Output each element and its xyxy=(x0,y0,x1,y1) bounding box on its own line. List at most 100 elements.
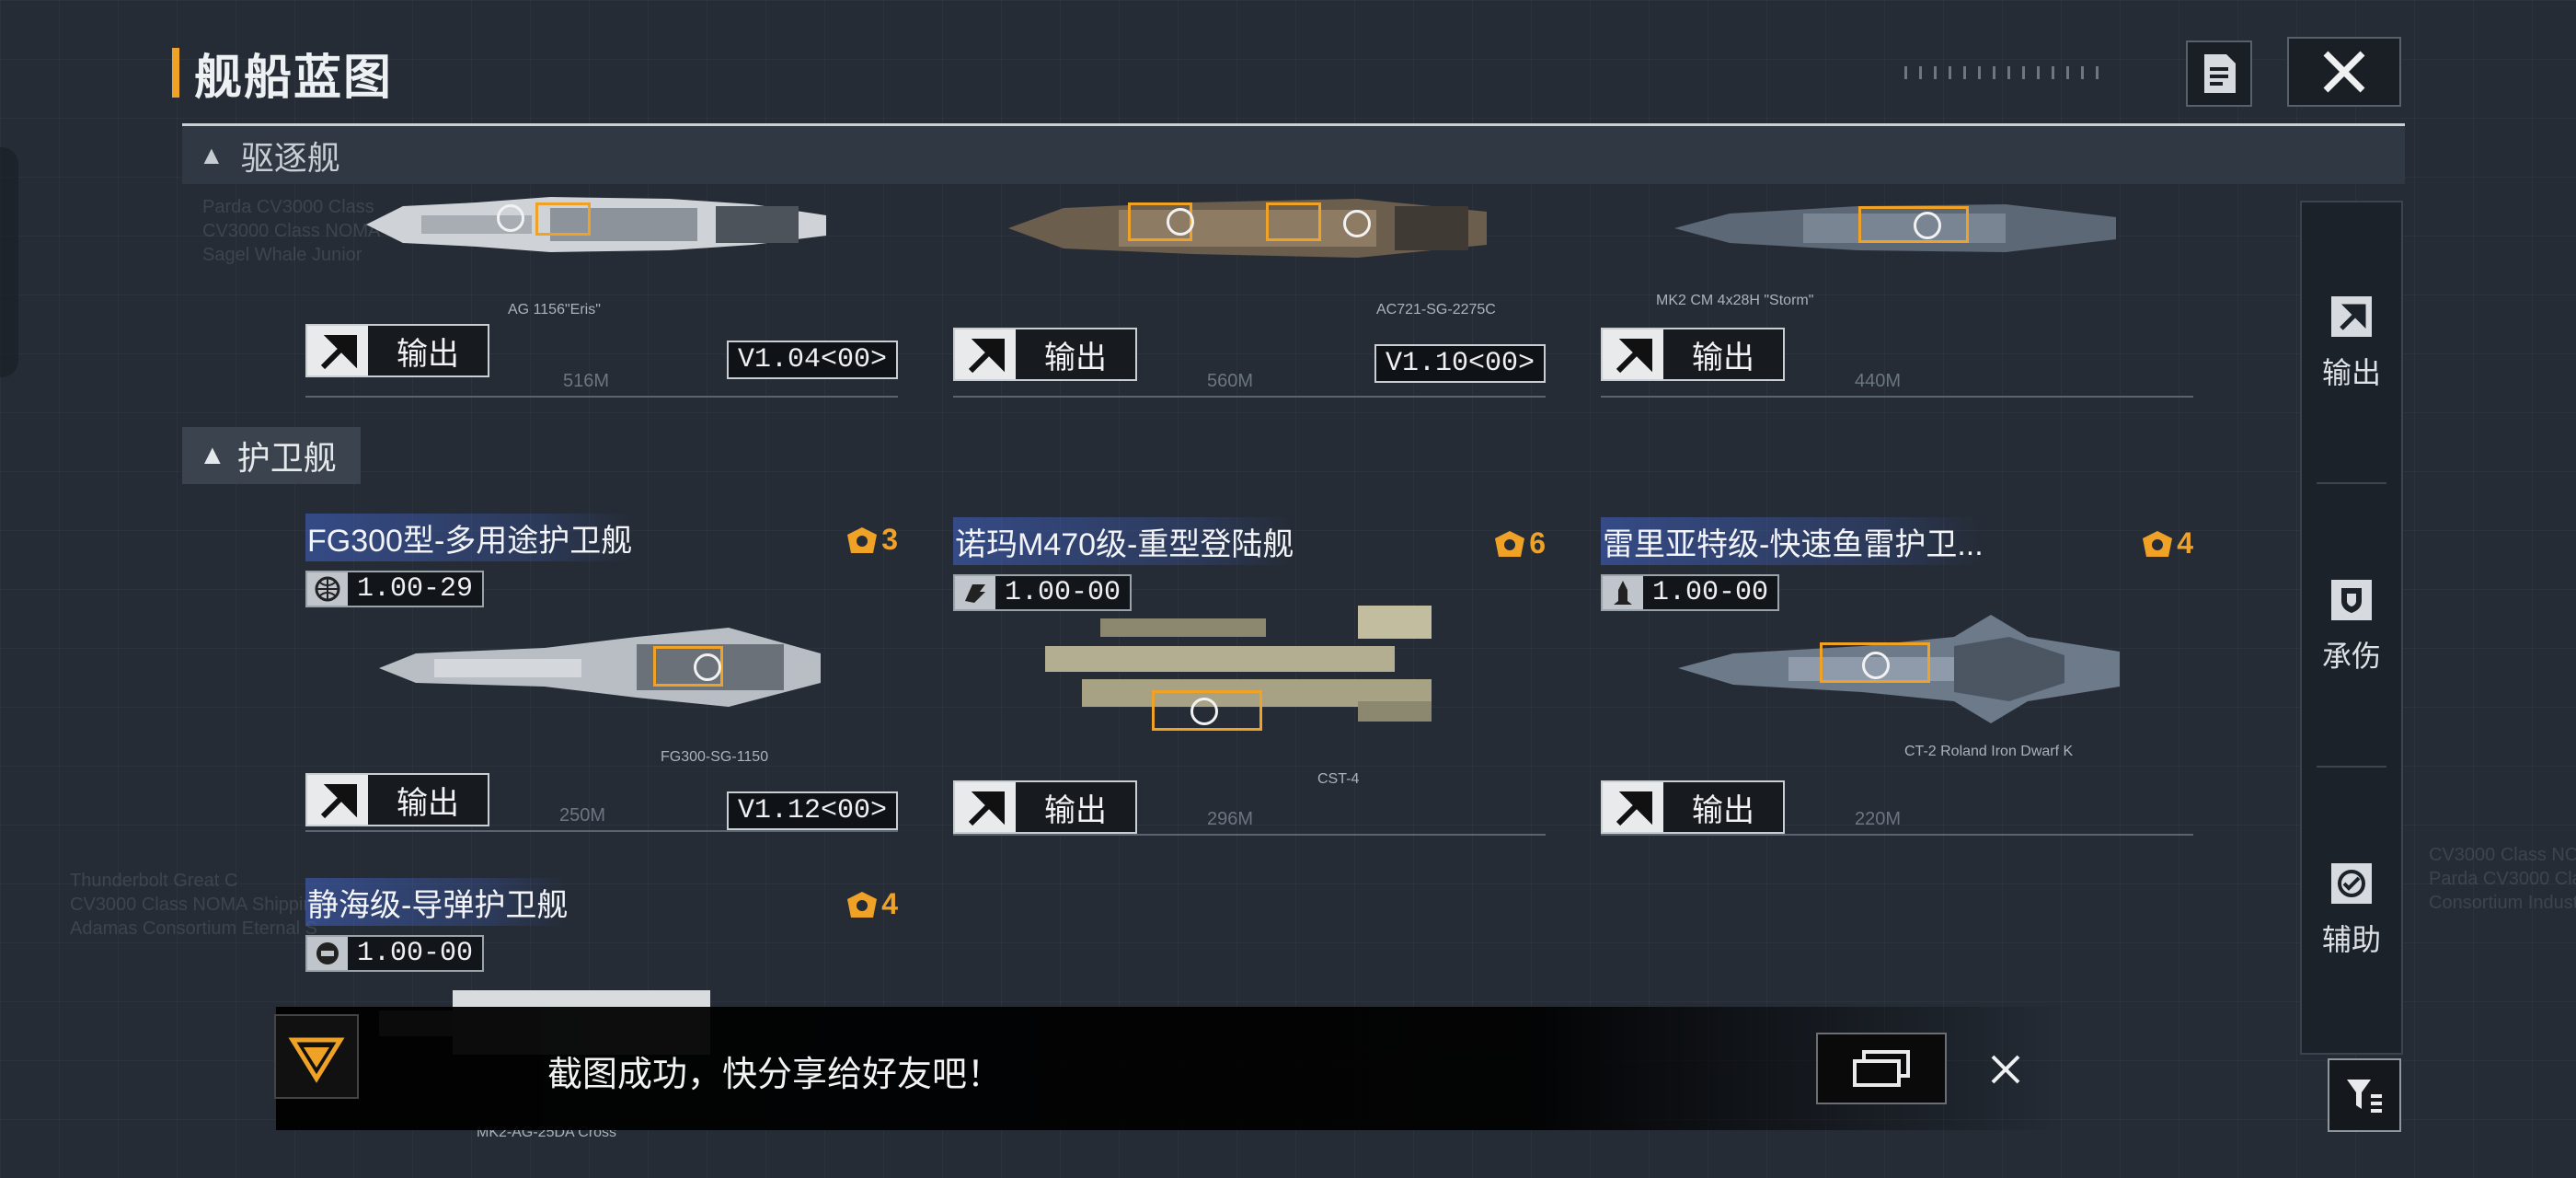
level-value: 4 xyxy=(881,887,898,920)
section-header-destroyer[interactable]: ▲ 驱逐舰 xyxy=(182,123,2405,184)
document-button[interactable] xyxy=(2186,40,2252,107)
sidebar-item-label: 输出 xyxy=(2321,356,2381,389)
ship-name: FG300型-多用途护卫舰 xyxy=(307,523,633,559)
globe-icon xyxy=(315,576,340,602)
filter-button[interactable] xyxy=(2328,1058,2401,1132)
shield-icon xyxy=(2341,588,2362,613)
level-value: 3 xyxy=(881,523,898,556)
level-crest-icon xyxy=(1495,530,1525,557)
version-number: 1.00-00 xyxy=(1005,577,1121,608)
collapse-triangle-icon: ▲ xyxy=(199,140,224,169)
category-sidebar: 输出 承伤 辅助 xyxy=(2300,201,2403,1055)
ship-card-destroyer-2[interactable]: AC721-SG-2275C 560M 输出 V1.10<00> xyxy=(953,184,1546,398)
output-arrow-icon xyxy=(320,784,357,819)
ship-image xyxy=(379,628,821,707)
section-label: 驱逐舰 xyxy=(240,138,340,177)
toast-message: 截图成功，快分享给好友吧！ xyxy=(547,1056,1003,1094)
ship-length: 516M xyxy=(563,371,610,391)
close-button[interactable] xyxy=(2287,37,2401,107)
close-icon xyxy=(2323,51,2365,93)
section-label: 护卫舰 xyxy=(236,439,337,477)
ship-length: 296M xyxy=(1207,809,1254,829)
support-icon xyxy=(2338,870,2365,897)
ship-designation: MK2 CM 4x28H "Storm" xyxy=(1656,293,1814,308)
version-tag: V1.10<00> xyxy=(1374,344,1546,383)
ship-card-destroyer-1[interactable]: AG 1156"Eris" 516M 输出 V1.04<00> xyxy=(305,184,898,398)
output-button[interactable]: 输出 xyxy=(305,773,489,826)
output-button-label: 输出 xyxy=(1692,340,1754,375)
output-button-label: 输出 xyxy=(397,336,459,372)
sidebar-item-support[interactable]: 辅助 xyxy=(2302,773,2401,1049)
level-value: 6 xyxy=(1529,526,1546,560)
blueprint-version: 1.00-29 xyxy=(305,571,485,607)
section-header-frigate[interactable]: ▲ 护卫舰 xyxy=(182,427,361,484)
level-value: 4 xyxy=(2177,526,2193,560)
app-logo xyxy=(274,1014,359,1099)
ship-designation: AC721-SG-2275C xyxy=(1376,302,1496,318)
ship-card-destroyer-3[interactable]: MK2 CM 4x28H "Storm" 440M 输出 xyxy=(1601,184,2193,398)
ship-designation: FG300-SG-1150 xyxy=(661,749,769,765)
output-arrow-icon xyxy=(968,791,1005,826)
hardpoint-circle xyxy=(694,653,721,681)
sidebar-divider xyxy=(2317,766,2386,768)
hardpoint-circle xyxy=(1862,652,1890,679)
card-baseline xyxy=(305,830,898,832)
card-baseline xyxy=(1601,396,2193,398)
ship-card-frigate-3[interactable]: 雷里亚特级-快速鱼雷护卫... 4 1.00-00 CT-2 Roland Ir… xyxy=(1601,517,2193,836)
ship-length: 250M xyxy=(559,805,606,826)
share-icon xyxy=(1853,1050,1910,1087)
ship-name: 静海级-导弹护卫舰 xyxy=(307,887,569,923)
filter-icon xyxy=(2347,1080,2382,1113)
sidebar-item-label: 辅助 xyxy=(2321,923,2381,956)
ship-length: 440M xyxy=(1855,371,1902,391)
hardpoint-circle xyxy=(1190,698,1218,725)
hardpoint-marker xyxy=(535,202,591,236)
decorative-text: Thunderbolt Great C CV3000 Class NOMA Shi… xyxy=(70,871,324,939)
card-baseline xyxy=(305,396,898,398)
left-edge-tab[interactable] xyxy=(0,147,18,377)
ship-card-frigate-2[interactable]: 诺玛M470级-重型登陆舰 6 1.00-00 CST-4 296M 输出 xyxy=(953,517,1546,836)
ship-name-highlight: 诺玛M470级-重型登陆舰 xyxy=(953,517,1294,565)
output-button[interactable]: 输出 xyxy=(1601,328,1785,381)
blueprint-version: 1.00-00 xyxy=(1601,574,1780,611)
sidebar-item-label: 承伤 xyxy=(2321,640,2381,673)
output-button[interactable]: 输出 xyxy=(953,780,1137,834)
ship-image xyxy=(1008,199,1487,258)
output-arrow-icon xyxy=(320,335,357,370)
sidebar-item-tank[interactable]: 承伤 xyxy=(2302,490,2401,766)
page-title: 舰船蓝图 xyxy=(194,51,394,105)
hardpoint-marker xyxy=(1266,202,1321,241)
ship-name-highlight: 雷里亚特级-快速鱼雷护卫... xyxy=(1601,517,1984,565)
ship-card-frigate-1[interactable]: FG300型-多用途护卫舰 3 1.00-29 FG300-SG-1150 25… xyxy=(305,514,898,832)
rocket-icon xyxy=(1614,581,1632,605)
toast-close-button[interactable] xyxy=(1980,1045,2031,1093)
sidebar-item-output[interactable]: 输出 xyxy=(2302,206,2401,482)
close-icon xyxy=(1991,1055,2020,1084)
card-baseline xyxy=(1601,834,2193,836)
document-icon xyxy=(2204,54,2236,93)
output-button[interactable]: 输出 xyxy=(305,324,489,377)
output-button-label: 输出 xyxy=(1044,340,1107,375)
version-number: 1.00-00 xyxy=(357,938,474,969)
ship-designation: CST-4 xyxy=(1317,771,1360,787)
ship-name: 雷里亚特级-快速鱼雷护卫... xyxy=(1603,526,1984,562)
level-crest-icon xyxy=(2143,530,2173,557)
output-button[interactable]: 输出 xyxy=(1601,780,1785,834)
title-accent-bar xyxy=(172,48,179,98)
ship-length: 220M xyxy=(1855,809,1902,829)
output-button[interactable]: 输出 xyxy=(953,328,1137,381)
screenshot-toast xyxy=(276,1007,2070,1130)
version-tag: V1.04<00> xyxy=(726,341,898,379)
decorative-ticks xyxy=(1904,66,2107,79)
card-baseline xyxy=(953,834,1546,836)
sidebar-divider xyxy=(2317,482,2386,484)
version-number: 1.00-00 xyxy=(1652,577,1769,608)
ship-length: 560M xyxy=(1207,371,1254,391)
level-crest-icon xyxy=(847,891,878,918)
triangle-logo-icon xyxy=(288,1037,345,1083)
share-button[interactable] xyxy=(1816,1033,1947,1104)
ship-image xyxy=(366,197,826,252)
faction-emblem-icon xyxy=(316,942,339,964)
decorative-text: CV3000 Class NOMA ShippingParda CV3000 C… xyxy=(2429,845,2576,913)
output-arrow-icon xyxy=(1616,791,1652,826)
